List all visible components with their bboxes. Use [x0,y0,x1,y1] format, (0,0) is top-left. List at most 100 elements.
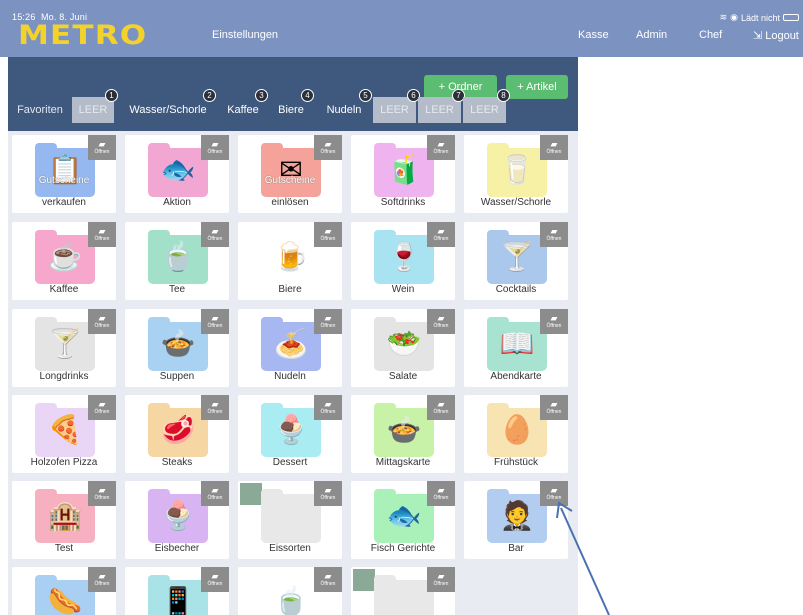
tab-slot-7[interactable]: LEER 7 [418,89,465,123]
open-folder-button[interactable]: ▰ Öffnen [427,309,455,334]
category-tile[interactable]: 🍷 ▰ Öffnen Wein [351,222,455,300]
open-folder-button[interactable]: ▰ Öffnen [88,309,116,334]
category-tile[interactable]: 🧃 ▰ Öffnen Softdrinks [351,135,455,213]
open-folder-label: Öffnen [207,236,223,242]
category-tile[interactable]: 🏨 ▰ Öffnen Test [12,481,116,559]
tab-slot-1[interactable]: LEER 1 [72,89,118,123]
open-folder-button[interactable]: ▰ Öffnen [201,567,229,592]
open-folder-button[interactable]: ▰ Öffnen [540,395,568,420]
category-tile[interactable]: 🍨 ▰ Öffnen Dessert [238,395,342,473]
tab-slot-2[interactable]: Wasser/Schorle 2 [124,89,216,123]
logout-link[interactable]: ⇲ Logout [753,29,799,43]
folder-shape: 📱 [148,575,208,615]
open-folder-button[interactable]: ▰ Öffnen [201,135,229,160]
category-grid: 📋 Gutscheine ▰ Öffnen verkaufen 🐟 ▰ Öffnen Aktio… [8,131,578,615]
nav-kasse[interactable]: Kasse [578,29,609,41]
open-folder-button[interactable]: ▰ Öffnen [88,135,116,160]
category-tile[interactable]: 🍸 ▰ Öffnen Longdrinks [12,309,116,387]
tile-label: Longdrinks [39,371,89,382]
open-folder-button[interactable]: ▰ Öffnen [88,222,116,247]
category-tile[interactable]: 🥩 ▰ Öffnen Steaks [125,395,229,473]
open-folder-button[interactable]: ▰ Öffnen [427,135,455,160]
category-tile[interactable]: 🍸 ▰ Öffnen Cocktails [464,222,568,300]
nav-einstellungen[interactable]: Einstellungen [212,29,278,41]
category-tile[interactable]: 📋 Gutscheine ▰ Öffnen verkaufen [12,135,116,213]
nav-chef[interactable]: Chef [699,29,722,41]
open-folder-icon: ▰ [324,313,332,323]
tea-cup-icon: 🍵 [160,241,196,272]
open-folder-button[interactable]: ▰ Öffnen [88,567,116,592]
open-folder-button[interactable]: ▰ Öffnen [314,309,342,334]
tab-slot-5[interactable]: Nudeln 5 [320,89,372,123]
tab-favoriten[interactable]: Favoriten [12,97,68,123]
open-folder-button[interactable]: ▰ Öffnen [201,309,229,334]
tab-slot-3[interactable]: Kaffee 3 [222,89,268,123]
category-tile[interactable]: 🍵 ▰ Öffnen Tee [125,222,229,300]
category-tile[interactable]: 🐟 ▰ Öffnen Fisch Gerichte [351,481,455,559]
category-tile[interactable]: 🌭 ▰ Öffnen [12,567,116,615]
tab-slot-6[interactable]: LEER 6 [373,89,420,123]
open-folder-label: Öffnen [94,409,110,415]
open-folder-button[interactable]: ▰ Öffnen [427,395,455,420]
open-folder-icon: ▰ [211,226,219,236]
open-folder-button[interactable]: ▰ Öffnen [88,395,116,420]
category-tile[interactable]: 🥗 ▰ Öffnen Salate [351,309,455,387]
open-folder-button[interactable]: ▰ Öffnen [88,481,116,506]
open-folder-icon: ▰ [211,139,219,149]
open-folder-button[interactable]: ▰ Öffnen [540,135,568,160]
category-tile[interactable]: 🥛 ▰ Öffnen Wasser/Schorle [464,135,568,213]
logout-icon: ⇲ [753,30,763,42]
open-folder-button[interactable]: ▰ Öffnen [427,222,455,247]
open-folder-button[interactable]: ▰ Öffnen [540,222,568,247]
tab-slot-4[interactable]: Biere 4 [272,89,314,123]
open-folder-button[interactable]: ▰ Öffnen [540,309,568,334]
open-folder-button[interactable]: ▰ Öffnen [427,567,455,592]
open-folder-label: Öffnen [433,409,449,415]
open-folder-button[interactable]: ▰ Öffnen [314,481,342,506]
category-tile[interactable]: 🐟 ▰ Öffnen Aktion [125,135,229,213]
category-tile[interactable]: ▰ Öffnen Eissorten [238,481,342,559]
category-tile[interactable]: 🍲 ▰ Öffnen Suppen [125,309,229,387]
open-folder-button[interactable]: ▰ Öffnen [201,481,229,506]
salad-icon: 🥗 [386,328,422,359]
open-folder-label: Öffnen [207,323,223,329]
add-article-button[interactable]: + Artikel [506,75,568,99]
category-tile[interactable]: 🍺 ▰ Öffnen Biere [238,222,342,300]
open-folder-button[interactable]: ▰ Öffnen [201,395,229,420]
open-folder-button[interactable]: ▰ Öffnen [201,222,229,247]
open-folder-label: Öffnen [207,581,223,587]
cooking-pot-icon: 🍲 [386,414,422,445]
tile-label: Holzofen Pizza [30,457,98,468]
category-tile[interactable]: 🍨 ▰ Öffnen Eisbecher [125,481,229,559]
open-folder-button[interactable]: ▰ Öffnen [314,135,342,160]
category-tile[interactable]: 🍕 ▰ Öffnen Holzofen Pizza [12,395,116,473]
open-folder-button[interactable]: ▰ Öffnen [314,395,342,420]
open-folder-icon: ▰ [211,313,219,323]
nav-admin[interactable]: Admin [636,29,667,41]
category-tile[interactable]: 🤵 ▰ Öffnen Bar [464,481,568,559]
tile-label: Fisch Gerichte [370,543,436,554]
open-folder-icon: ▰ [550,226,558,236]
open-folder-button[interactable]: ▰ Öffnen [540,481,568,506]
category-tile[interactable]: 📖 ▰ Öffnen Abendkarte [464,309,568,387]
folder-shape: 🥚 [487,403,547,457]
open-folder-label: Öffnen [94,581,110,587]
app-screen: 15:26 Mo. 8. Juni METRO Einstellungen Ka… [0,0,803,615]
category-tile[interactable]: 📱 ▰ Öffnen [125,567,229,615]
category-tile[interactable]: 🍵▰ÖffnenKalte Suppe [238,567,342,615]
tile-label: Biere [278,284,302,295]
category-tile[interactable]: 🥚 ▰ Öffnen Frühstück [464,395,568,473]
tab-slot-8[interactable]: LEER 8 [463,89,510,123]
category-tile[interactable]: 🍲 ▰ Öffnen Mittagskarte [351,395,455,473]
category-tile[interactable]: ▰ Öffnen [351,567,455,615]
category-tile[interactable]: ☕ ▰ Öffnen Kaffee [12,222,116,300]
open-folder-button[interactable]: ▰ Öffnen [314,222,342,247]
wine-icon: 🍷 [386,241,422,272]
open-folder-icon: ▰ [437,313,445,323]
open-folder-button[interactable]: ▰ Öffnen [427,481,455,506]
open-folder-button[interactable]: ▰ Öffnen [314,567,342,592]
tab-number-badge: 8 [497,89,510,102]
category-tile[interactable]: ✉ Gutscheine ▰ Öffnen einlösen [238,135,342,213]
status-right: ≋ ◉ Lädt nicht [720,12,799,23]
category-tile[interactable]: 🍝 ▰ Öffnen Nudeln [238,309,342,387]
